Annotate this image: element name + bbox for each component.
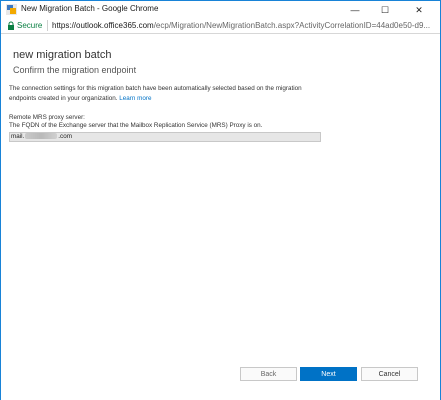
window-title: New Migration Batch - Google Chrome [21, 4, 159, 13]
back-button[interactable]: Back [240, 367, 297, 381]
page-title: new migration batch [13, 49, 112, 61]
proxy-server-label: Remote MRS proxy server: [9, 114, 85, 121]
learn-more-link[interactable]: Learn more [119, 95, 151, 102]
browser-window: New Migration Batch - Google Chrome — ☐ … [0, 0, 441, 400]
address-bar[interactable]: Secure https://outlook.office365.com/ecp… [1, 19, 440, 34]
proxy-value-prefix: mail. [11, 133, 25, 140]
title-bar[interactable]: New Migration Batch - Google Chrome — ☐ … [1, 1, 440, 19]
close-button[interactable]: ✕ [406, 1, 432, 19]
url-text[interactable]: https://outlook.office365.com/ecp/Migrat… [52, 21, 430, 30]
exchange-app-icon [6, 4, 17, 15]
description-text: The connection settings for this migrati… [9, 84, 329, 104]
next-button[interactable]: Next [300, 367, 357, 381]
proxy-value-suffix: .com [58, 133, 72, 140]
secure-label: Secure [17, 21, 43, 30]
cancel-button[interactable]: Cancel [361, 367, 418, 381]
proxy-server-field[interactable]: mail. .com [9, 132, 321, 142]
page-subtitle: Confirm the migration endpoint [13, 65, 137, 75]
lock-icon [8, 21, 14, 30]
maximize-button[interactable]: ☐ [372, 1, 398, 19]
description-body: The connection settings for this migrati… [9, 85, 302, 102]
url-path: /ecp/Migration/NewMigrationBatch.aspx?Ac… [153, 21, 431, 30]
proxy-server-help: The FQDN of the Exchange server that the… [9, 122, 263, 129]
minimize-button[interactable]: — [342, 1, 368, 19]
address-divider [47, 20, 48, 31]
dialog-content: new migration batch Confirm the migratio… [1, 34, 440, 400]
redacted-domain [25, 133, 58, 140]
url-host: https://outlook.office365.com [52, 21, 154, 30]
